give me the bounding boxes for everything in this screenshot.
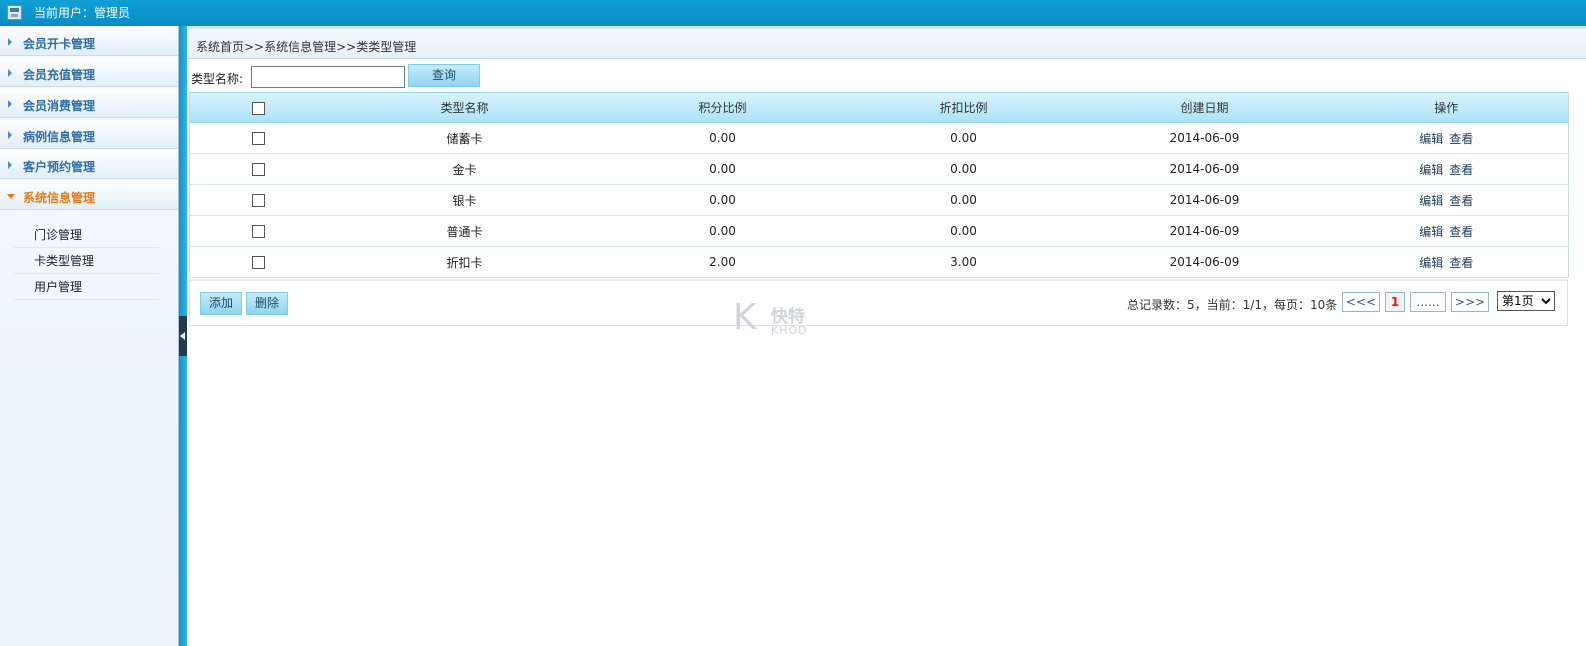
- column-header: 类型名称: [326, 92, 603, 123]
- view-link[interactable]: 查看: [1449, 256, 1473, 270]
- sidebar-item-label: 会员充值管理: [23, 68, 96, 82]
- column-header: 操作: [1324, 92, 1569, 123]
- watermark-k-icon: K: [733, 297, 757, 338]
- caret-right-icon: [8, 38, 12, 46]
- row-checkbox[interactable]: [251, 225, 265, 238]
- cell-discount-ratio: 0.00: [842, 122, 1085, 154]
- cell-type-name: 储蓄卡: [326, 122, 603, 154]
- first-page-button[interactable]: <<<: [1342, 292, 1380, 312]
- sidebar-item-label: 客户预约管理: [23, 160, 96, 174]
- column-header: 积分比例: [602, 92, 843, 123]
- cell-type-name: 金卡: [326, 153, 603, 185]
- sidebar-item-recharge[interactable]: 会员充值管理: [0, 57, 178, 87]
- top-bar: 当前用户：管理员: [0, 0, 1586, 26]
- cell-discount-ratio: 0.00: [842, 184, 1085, 216]
- column-header: 创建日期: [1084, 92, 1325, 123]
- submenu-item-users[interactable]: 用户管理: [14, 274, 159, 300]
- row-checkbox[interactable]: [251, 163, 265, 176]
- cell-type-name: 折扣卡: [326, 246, 603, 278]
- row-checkbox[interactable]: [251, 256, 265, 269]
- submenu-item-clinic[interactable]: 门诊管理: [14, 222, 159, 248]
- cell-discount-ratio: 0.00: [842, 153, 1085, 185]
- view-link[interactable]: 查看: [1449, 194, 1473, 208]
- table-row: 储蓄卡 0.00 0.00 2014-06-09 编辑 查看: [189, 122, 1569, 154]
- view-link[interactable]: 查看: [1449, 163, 1473, 177]
- sidebar: 会员开卡管理 会员充值管理 会员消费管理 病例信息管理 客户预约管理 系统信息管…: [0, 26, 179, 646]
- cell-created-date: 2014-06-09: [1084, 184, 1325, 216]
- sidebar-item-case-info[interactable]: 病例信息管理: [0, 119, 178, 149]
- cell-actions: 编辑 查看: [1324, 215, 1569, 247]
- system-submenu: 门诊管理 卡类型管理 用户管理: [14, 222, 159, 300]
- table-row: 折扣卡 2.00 3.00 2014-06-09 编辑 查看: [189, 246, 1569, 278]
- cell-created-date: 2014-06-09: [1084, 122, 1325, 154]
- caret-right-icon: [8, 161, 12, 169]
- cell-actions: 编辑 查看: [1324, 184, 1569, 216]
- app-logo-icon: [7, 5, 22, 20]
- caret-down-icon: [7, 194, 15, 199]
- caret-right-icon: [8, 69, 12, 77]
- table-row: 金卡 0.00 0.00 2014-06-09 编辑 查看: [189, 153, 1569, 185]
- current-user-label: 当前用户：管理员: [34, 6, 131, 20]
- watermark-subtext: KHOD: [771, 324, 808, 337]
- cell-points-ratio: 0.00: [602, 122, 843, 154]
- cell-points-ratio: 0.00: [602, 184, 843, 216]
- table-footer: 添加 删除 总记录数：5，当前：1/1，每页：10条 <<< 1 ...... …: [189, 279, 1568, 326]
- cell-actions: 编辑 查看: [1324, 122, 1569, 154]
- cell-type-name: 普通卡: [326, 215, 603, 247]
- table-row: 普通卡 0.00 0.00 2014-06-09 编辑 查看: [189, 215, 1569, 247]
- type-name-input[interactable]: [251, 66, 405, 88]
- cell-discount-ratio: 0.00: [842, 215, 1085, 247]
- row-checkbox[interactable]: [251, 132, 265, 145]
- query-button[interactable]: 查询: [408, 64, 480, 87]
- select-all-checkbox[interactable]: [251, 101, 265, 115]
- table-header-row: 类型名称 积分比例 折扣比例 创建日期 操作: [189, 92, 1569, 123]
- edit-link[interactable]: 编辑: [1419, 194, 1443, 208]
- watermark-logo: K 快特 KHOD: [733, 298, 833, 342]
- page-select[interactable]: 第1页: [1497, 291, 1555, 311]
- sidebar-item-appointment[interactable]: 客户预约管理: [0, 149, 178, 179]
- submenu-item-card-type[interactable]: 卡类型管理: [14, 248, 159, 274]
- edit-link[interactable]: 编辑: [1419, 225, 1443, 239]
- table-row: 银卡 0.00 0.00 2014-06-09 编辑 查看: [189, 184, 1569, 216]
- edit-link[interactable]: 编辑: [1419, 132, 1443, 146]
- current-page-button[interactable]: 1: [1385, 292, 1405, 312]
- cell-actions: 编辑 查看: [1324, 246, 1569, 278]
- cell-discount-ratio: 3.00: [842, 246, 1085, 278]
- last-page-button[interactable]: >>>: [1451, 292, 1489, 312]
- more-pages-button[interactable]: ......: [1410, 292, 1446, 312]
- cell-points-ratio: 2.00: [602, 246, 843, 278]
- search-label: 类型名称:: [191, 72, 244, 86]
- main-content: 系统首页>>系统信息管理>>类类型管理 类型名称: 查询 类型名称 积分比例 折…: [187, 26, 1586, 646]
- breadcrumb: 系统首页>>系统信息管理>>类类型管理: [187, 26, 1586, 59]
- row-checkbox[interactable]: [251, 194, 265, 207]
- sidebar-item-consumption[interactable]: 会员消费管理: [0, 88, 178, 118]
- sidebar-item-label: 病例信息管理: [23, 130, 96, 144]
- sidebar-item-label: 会员开卡管理: [23, 37, 96, 51]
- caret-right-icon: [8, 100, 12, 108]
- card-type-table: 类型名称 积分比例 折扣比例 创建日期 操作 储蓄卡 0.00 0.00 201…: [189, 92, 1569, 278]
- edit-link[interactable]: 编辑: [1419, 163, 1443, 177]
- sidebar-item-label: 系统信息管理: [23, 191, 96, 205]
- cell-created-date: 2014-06-09: [1084, 153, 1325, 185]
- cell-points-ratio: 0.00: [602, 215, 843, 247]
- add-button[interactable]: 添加: [200, 292, 242, 315]
- edit-link[interactable]: 编辑: [1419, 256, 1443, 270]
- select-all-cell: [189, 92, 327, 123]
- sidebar-item-label: 会员消费管理: [23, 99, 96, 113]
- sidebar-item-card-open[interactable]: 会员开卡管理: [0, 26, 178, 56]
- caret-right-icon: [8, 131, 12, 139]
- cell-created-date: 2014-06-09: [1084, 215, 1325, 247]
- cell-type-name: 银卡: [326, 184, 603, 216]
- pagination-info: 总记录数：5，当前：1/1，每页：10条: [1127, 298, 1338, 312]
- cell-points-ratio: 0.00: [602, 153, 843, 185]
- breadcrumb-text: 系统首页>>系统信息管理>>类类型管理: [196, 40, 417, 54]
- collapse-sidebar-icon[interactable]: [179, 316, 187, 356]
- delete-button[interactable]: 删除: [246, 292, 288, 315]
- sidebar-item-system-info[interactable]: 系统信息管理: [0, 180, 178, 210]
- view-link[interactable]: 查看: [1449, 132, 1473, 146]
- cell-actions: 编辑 查看: [1324, 153, 1569, 185]
- cell-created-date: 2014-06-09: [1084, 246, 1325, 278]
- column-header: 折扣比例: [842, 92, 1085, 123]
- view-link[interactable]: 查看: [1449, 225, 1473, 239]
